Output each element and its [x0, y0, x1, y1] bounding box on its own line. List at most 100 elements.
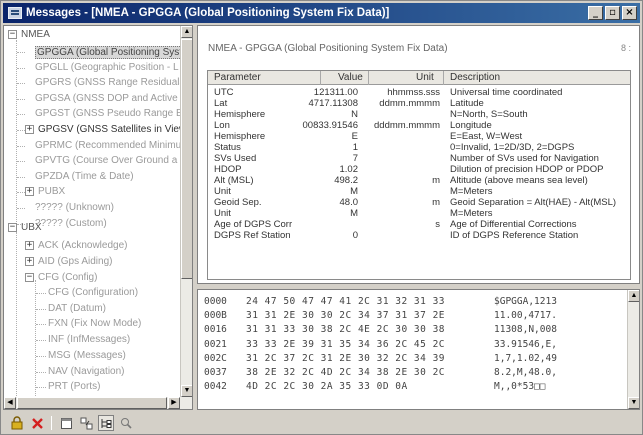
table-row[interactable]: Hemisphere E E=East, W=West — [208, 131, 630, 142]
window-icon[interactable] — [58, 415, 74, 431]
cell-value: 4717.11308 — [308, 98, 359, 109]
table-row[interactable]: Lon 00833.91546 dddmm.mmmm Longitude — [208, 120, 630, 131]
scroll-left-button[interactable]: ◀ — [4, 397, 16, 409]
tree-item-cfg[interactable]: FXN (Fix Now Mode) — [48, 318, 141, 329]
tree-item-ubx[interactable]: CFG (Config) — [38, 272, 97, 283]
tree-item-cfg[interactable]: MSG (Messages) — [48, 350, 126, 361]
tree-item-nmea[interactable]: GPGRS (GNSS Range Residuals — [35, 77, 185, 88]
tree-guide-line — [17, 130, 25, 131]
app-icon — [8, 7, 22, 19]
collapse-ubx-toggle[interactable]: − — [8, 223, 17, 232]
tree-item-nmea[interactable]: GPGST (GNSS Pseudo Range Er — [35, 108, 186, 119]
restore-button[interactable]: ▫ — [605, 6, 620, 20]
lock-icon[interactable] — [9, 415, 25, 431]
magnify-icon[interactable] — [118, 415, 134, 431]
column-divider[interactable] — [368, 71, 369, 85]
scroll-down-button[interactable]: ▼ — [181, 385, 192, 397]
table-row[interactable]: DGPS Ref Station 0 ID of DGPS Reference St… — [208, 230, 630, 241]
tree-item-nmea[interactable]: GPRMC (Recommended Minimu — [35, 140, 181, 151]
expand-toggle[interactable]: + — [25, 256, 34, 266]
tree-root-ubx[interactable]: UBX — [21, 222, 42, 233]
tree-guide-line — [36, 340, 46, 342]
tree-item-cfg[interactable]: PRT (Ports) — [48, 381, 100, 392]
tree-horizontal-scrollbar[interactable]: ◀ ▶ — [4, 397, 192, 409]
tree-guide-line — [17, 192, 25, 194]
cell-value: M — [350, 208, 358, 219]
tree-item-nmea[interactable]: GPVTG (Course Over Ground a — [35, 155, 177, 166]
cell-description: Latitude — [450, 98, 484, 109]
tree-item-nmea[interactable]: GPGLL (Geographic Position - L — [35, 62, 179, 73]
close-button[interactable]: × — [622, 6, 637, 20]
tree-guide-line — [35, 280, 36, 409]
tree-item-nmea[interactable]: GPZDA (Time & Date) — [35, 171, 134, 182]
hex-dump-panel[interactable]: 0000 24 47 50 47 47 41 2C 31 32 31 33 $GPG… — [197, 289, 640, 410]
hex-vertical-scrollbar[interactable]: ▲ ▼ — [627, 290, 639, 409]
scroll-right-button[interactable]: ▶ — [168, 397, 180, 409]
collapse-toggle[interactable]: − — [25, 272, 34, 282]
expand-toggle[interactable]: + — [25, 241, 34, 250]
table-row[interactable]: UTC 121311.00 hhmmss.sss Universal time coo… — [208, 87, 630, 98]
hex-offset: 0016 — [204, 324, 227, 336]
table-row[interactable]: Unit M M=Meters — [208, 186, 630, 197]
scroll-thumb[interactable] — [181, 39, 192, 279]
window-controls: _ ▫ × — [588, 6, 637, 20]
column-header-parameter[interactable]: Parameter — [214, 72, 261, 83]
minimize-button[interactable]: _ — [588, 6, 603, 20]
cell-value: 7 — [352, 153, 358, 164]
cell-parameter: Hemisphere — [214, 131, 266, 142]
column-divider[interactable] — [443, 71, 444, 85]
hex-offset: 000B — [204, 310, 227, 322]
tree-item-nmea[interactable]: ????? (Unknown) — [35, 202, 114, 213]
table-row[interactable]: HDOP 1.02 Dilution of precision HDOP or PD… — [208, 164, 630, 175]
scroll-up-button[interactable]: ▲ — [628, 290, 639, 302]
delete-icon[interactable] — [29, 415, 45, 431]
tree-item-ubx[interactable]: AID (Gps Aiding) — [38, 256, 112, 267]
expand-toggle[interactable]: + — [25, 125, 34, 134]
tile-icon[interactable] — [78, 415, 94, 431]
tree-item-cfg[interactable]: CFG (Configuration) — [48, 287, 138, 298]
tree-item-ubx[interactable]: ACK (Acknowledge) — [38, 240, 127, 251]
cell-parameter: Unit — [214, 186, 231, 197]
column-header-unit[interactable]: Unit — [416, 72, 434, 83]
table-row[interactable]: Geoid Sep. 48.0 m Geoid Separation = Alt(HA… — [208, 197, 630, 208]
tree-item-nmea[interactable]: GPGGA (Global Positioning Syst — [35, 46, 185, 59]
cell-description: Geoid Separation = Alt(HAE) - Alt(MSL) — [450, 197, 617, 208]
tree-item-cfg[interactable]: NAV (Navigation) — [48, 366, 125, 377]
tree-guide-line — [36, 387, 46, 389]
window-title: Messages - [NMEA - GPGGA (Global Positio… — [26, 7, 390, 19]
title-bar[interactable]: Messages - [NMEA - GPGGA (Global Positio… — [3, 3, 640, 23]
table-row[interactable]: Lat 4717.11308 ddmm.mmmm Latitude — [208, 98, 630, 109]
tree-item-cfg[interactable]: DAT (Datum) — [48, 303, 106, 314]
scroll-up-button[interactable]: ▲ — [181, 26, 192, 38]
cell-value: 00833.91546 — [302, 120, 358, 131]
column-header-description[interactable]: Description — [450, 72, 500, 83]
scroll-thumb[interactable] — [17, 397, 167, 409]
tree-item-nmea[interactable]: GPGSV (GNSS Satellites in View — [38, 124, 186, 135]
expand-toggle[interactable]: + — [25, 187, 34, 197]
table-row[interactable]: Unit M M=Meters — [208, 208, 630, 219]
collapse-nmea-toggle[interactable]: − — [8, 30, 17, 39]
column-divider[interactable] — [320, 71, 321, 85]
tree-item-nmea[interactable]: ????? (Custom) — [35, 218, 107, 229]
table-row[interactable]: Age of DGPS Corr s Age of Differential Cor… — [208, 219, 630, 230]
tree-item-cfg[interactable]: INF (InfMessages) — [48, 334, 130, 345]
tree-item-nmea[interactable]: PUBX — [38, 186, 65, 197]
tree-vertical-scrollbar[interactable]: ▲ ▼ — [180, 26, 192, 397]
cell-parameter: UTC — [214, 87, 234, 98]
tree-item-nmea[interactable]: GPGSA (GNSS DOP and Active — [35, 93, 178, 104]
tree-icon[interactable] — [98, 415, 114, 431]
panel-corner-indicator: 8 : — [620, 43, 631, 53]
cell-parameter: Hemisphere — [214, 109, 266, 120]
table-row[interactable]: Hemisphere N N=North, S=South — [208, 109, 630, 120]
cell-value: M — [350, 186, 358, 197]
table-row[interactable]: Status 1 0=Invalid, 1=2D/3D, 2=DGPS — [208, 142, 630, 153]
table-row[interactable]: SVs Used 7 Number of SVs used for Navigati… — [208, 153, 630, 164]
message-tree[interactable]: − NMEA GPGGA (Global Positioning Syst GPG… — [3, 25, 193, 410]
tree-guide-line — [36, 355, 46, 357]
tree-guide-line — [36, 308, 46, 310]
scroll-down-button[interactable]: ▼ — [628, 397, 639, 409]
table-row[interactable]: Alt (MSL) 498.2 m Altitude (above means sea… — [208, 175, 630, 186]
tree-guide-line — [17, 176, 25, 178]
column-header-value[interactable]: Value — [338, 72, 363, 83]
tree-root-nmea[interactable]: NMEA — [21, 29, 50, 40]
